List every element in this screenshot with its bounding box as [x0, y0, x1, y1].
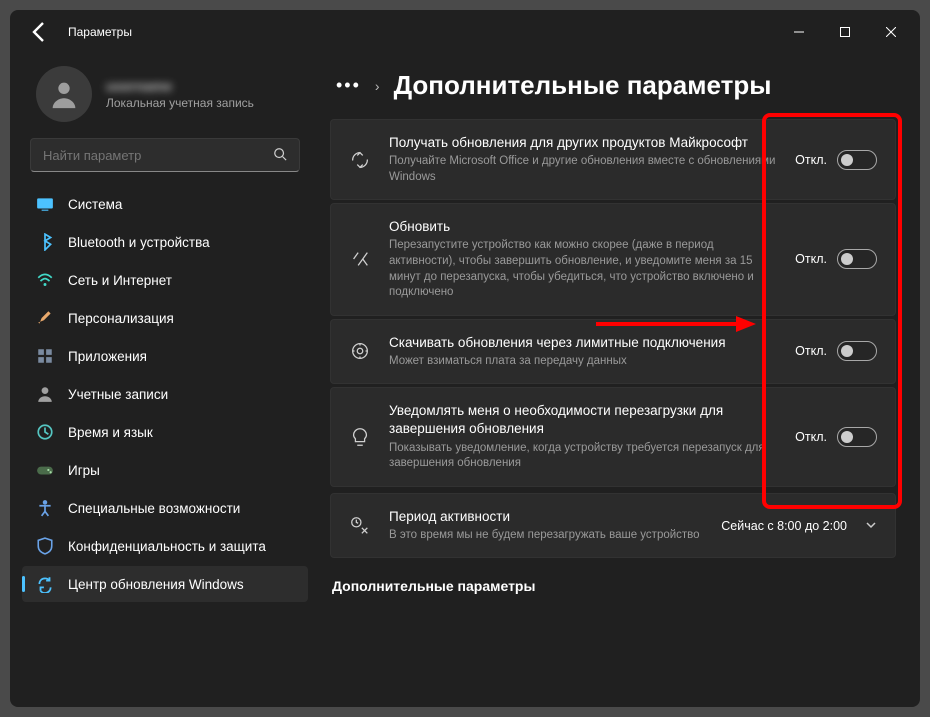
card-title: Скачивать обновления через лимитные подк…	[389, 334, 777, 352]
sidebar-item-label: Специальные возможности	[68, 501, 240, 516]
card-icon	[349, 149, 371, 171]
sidebar-item-label: Игры	[68, 463, 100, 478]
toggle-group: Откл.	[795, 150, 877, 170]
sidebar-item-bluetooth[interactable]: Bluetooth и устройства	[22, 224, 308, 260]
toggle-switch[interactable]	[837, 427, 877, 447]
sidebar-item-system[interactable]: Система	[22, 186, 308, 222]
sidebar-item-label: Персонализация	[68, 311, 174, 326]
a11y-icon	[36, 499, 54, 517]
sidebar-item-label: Система	[68, 197, 122, 212]
maximize-button[interactable]	[822, 16, 868, 48]
card-title: Уведомлять меня о необходимости перезагр…	[389, 402, 777, 438]
settings-window: Параметры username Локальная учетная зап…	[10, 10, 920, 707]
sidebar-item-time[interactable]: Время и язык	[22, 414, 308, 450]
setting-card-2: Скачивать обновления через лимитные подк…	[330, 319, 896, 385]
privacy-icon	[36, 537, 54, 555]
card-icon	[349, 426, 371, 448]
system-icon	[36, 195, 54, 213]
card-desc: В это время мы не будем перезагружать ва…	[389, 528, 703, 544]
sidebar-item-label: Конфиденциальность и защита	[68, 539, 266, 554]
titlebar: Параметры	[10, 10, 920, 54]
sidebar-item-label: Время и язык	[68, 425, 153, 440]
toggle-state-label: Откл.	[795, 153, 827, 167]
activity-value-group: Сейчас с 8:00 до 2:00	[721, 518, 877, 534]
avatar	[36, 66, 92, 122]
activity-period-card[interactable]: Период активности В это время мы не будем…	[330, 493, 896, 559]
toggle-group: Откл.	[795, 427, 877, 447]
back-button[interactable]	[28, 20, 52, 44]
bluetooth-icon	[36, 233, 54, 251]
time-icon	[36, 423, 54, 441]
toggle-switch[interactable]	[837, 341, 877, 361]
sidebar-item-label: Сеть и Интернет	[68, 273, 172, 288]
chevron-down-icon	[865, 518, 877, 534]
profile-block[interactable]: username Локальная учетная запись	[18, 60, 312, 132]
chevron-right-icon: ›	[375, 78, 380, 94]
toggle-group: Откл.	[795, 341, 877, 361]
card-desc: Перезапустите устройство как можно скоре…	[389, 238, 777, 300]
card-text: Скачивать обновления через лимитные подк…	[389, 334, 777, 370]
card-desc: Может взиматься плата за передачу данных	[389, 354, 777, 370]
toggle-state-label: Откл.	[795, 252, 827, 266]
games-icon	[36, 461, 54, 479]
card-title: Получать обновления для других продуктов…	[389, 134, 777, 152]
sidebar-item-wifi[interactable]: Сеть и Интернет	[22, 262, 308, 298]
sidebar: username Локальная учетная запись Систем…	[10, 54, 320, 707]
card-text: Период активности В это время мы не будем…	[389, 508, 703, 544]
search-field[interactable]	[43, 148, 273, 163]
setting-card-0: Получать обновления для других продуктов…	[330, 119, 896, 200]
card-text: Обновить Перезапустите устройство как мож…	[389, 218, 777, 300]
setting-card-1: Обновить Перезапустите устройство как мож…	[330, 203, 896, 315]
minimize-button[interactable]	[776, 16, 822, 48]
wifi-icon	[36, 271, 54, 289]
card-icon	[349, 248, 371, 270]
search-icon	[273, 147, 287, 164]
card-icon	[349, 340, 371, 362]
card-list: Получать обновления для других продуктов…	[330, 119, 896, 558]
card-desc: Показывать уведомление, когда устройству…	[389, 441, 777, 472]
sidebar-item-label: Центр обновления Windows	[68, 577, 244, 592]
sidebar-item-label: Учетные записи	[68, 387, 168, 402]
activity-icon	[349, 515, 371, 537]
toggle-state-label: Откл.	[795, 430, 827, 444]
toggle-group: Откл.	[795, 249, 877, 269]
breadcrumb-more[interactable]: •••	[336, 75, 361, 96]
apps-icon	[36, 347, 54, 365]
profile-type: Локальная учетная запись	[106, 96, 254, 110]
section-header: Дополнительные параметры	[332, 578, 896, 594]
page-title: Дополнительные параметры	[394, 70, 772, 101]
sidebar-item-a11y[interactable]: Специальные возможности	[22, 490, 308, 526]
breadcrumb: ••• › Дополнительные параметры	[330, 70, 896, 101]
card-title: Период активности	[389, 508, 703, 526]
sidebar-item-update[interactable]: Центр обновления Windows	[22, 566, 308, 602]
main-panel: ••• › Дополнительные параметры Получать …	[320, 54, 920, 707]
sidebar-item-brush[interactable]: Персонализация	[22, 300, 308, 336]
window-title: Параметры	[68, 25, 132, 39]
card-desc: Получайте Microsoft Office и другие обно…	[389, 154, 777, 185]
nav-list: Система Bluetooth и устройства Сеть и Инте…	[18, 186, 312, 602]
setting-card-3: Уведомлять меня о необходимости перезагр…	[330, 387, 896, 486]
profile-name: username	[106, 78, 254, 94]
update-icon	[36, 575, 54, 593]
sidebar-item-privacy[interactable]: Конфиденциальность и защита	[22, 528, 308, 564]
account-icon	[36, 385, 54, 403]
close-button[interactable]	[868, 16, 914, 48]
brush-icon	[36, 309, 54, 327]
toggle-switch[interactable]	[837, 249, 877, 269]
activity-value: Сейчас с 8:00 до 2:00	[721, 519, 847, 533]
sidebar-item-apps[interactable]: Приложения	[22, 338, 308, 374]
search-input[interactable]	[30, 138, 300, 172]
toggle-switch[interactable]	[837, 150, 877, 170]
sidebar-item-label: Приложения	[68, 349, 147, 364]
sidebar-item-games[interactable]: Игры	[22, 452, 308, 488]
card-text: Уведомлять меня о необходимости перезагр…	[389, 402, 777, 471]
toggle-state-label: Откл.	[795, 344, 827, 358]
sidebar-item-account[interactable]: Учетные записи	[22, 376, 308, 412]
card-title: Обновить	[389, 218, 777, 236]
sidebar-item-label: Bluetooth и устройства	[68, 235, 210, 250]
card-text: Получать обновления для других продуктов…	[389, 134, 777, 185]
